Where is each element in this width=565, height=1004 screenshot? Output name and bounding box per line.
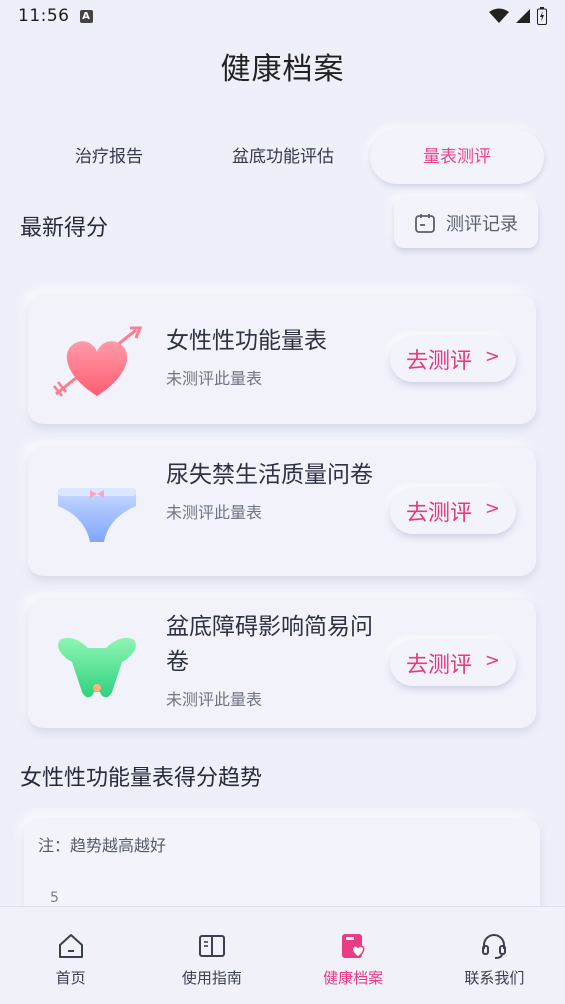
tab-pelvic-floor-assessment[interactable]: 盆底功能评估 [196,130,370,184]
scale-card-incontinence-quality-of-life: 尿失禁生活质量问卷 未测评此量表 去测评 > [28,446,536,576]
scale-status: 未测评此量表 [166,503,263,522]
scale-status: 未测评此量表 [166,690,263,709]
scale-name: 盆底障碍影响简易问卷 [166,614,373,675]
nav-contact-label: 联系我们 [464,969,525,987]
scale-text: 盆底障碍影响简易问卷 未测评此量表 [166,610,386,710]
status-time: 11:56 [18,6,70,26]
scale-text: 女性性功能量表 未测评此量表 [166,324,386,389]
go-evaluate-label: 去测评 [406,653,473,678]
scale-text: 尿失禁生活质量问卷 未测评此量表 [166,458,386,523]
nav-home-label: 首页 [55,969,86,987]
pelvis-icon [58,637,136,698]
chevron-right-icon: > [484,346,500,367]
calendar-icon [415,214,435,233]
home-icon [58,934,83,958]
scale-name: 女性性功能量表 [166,328,327,354]
tab-scale-evaluation[interactable]: 量表测评 [370,130,544,184]
scale-status: 未测评此量表 [166,369,263,388]
bottom-nav: 首页 使用指南 健康档案 联系我们 [0,906,565,1004]
chevron-right-icon: > [484,498,500,519]
go-evaluate-button[interactable]: 去测评 > [390,336,516,382]
tab-treatment-report[interactable]: 治疗报告 [22,130,196,184]
wifi-icon [489,8,509,23]
trend-note: 注：趋势越高越好 [38,836,167,855]
status-bar: 11:56 A [0,0,565,32]
notification-a-icon: A [79,9,93,23]
nav-contact[interactable]: 联系我们 [424,907,565,1004]
go-evaluate-label: 去测评 [406,501,473,526]
scale-name: 尿失禁生活质量问卷 [166,462,373,488]
nav-guide-label: 使用指南 [181,969,242,987]
heart-arrow-icon [53,326,142,397]
book-icon [198,935,225,957]
nav-health-records-label: 健康档案 [323,969,384,987]
scale-card-pelvic-floor-disorder: 盆底障碍影响简易问卷 未测评此量表 去测评 > [28,598,536,728]
page-title: 健康档案 [220,52,345,87]
chevron-right-icon: > [484,650,500,671]
scale-card-female-sexual-function: 女性性功能量表 未测评此量表 去测评 > [28,294,536,424]
headset-icon [482,933,507,959]
nav-health-records[interactable]: 健康档案 [283,907,424,1004]
y-axis-tick-label: 5 [50,890,59,906]
health-record-icon [342,934,365,958]
nav-guide[interactable]: 使用指南 [141,907,282,1004]
go-evaluate-button[interactable]: 去测评 > [390,640,516,686]
nav-home[interactable]: 首页 [0,907,141,1004]
trend-title: 女性性功能量表得分趋势 [20,766,263,791]
status-icons [489,7,547,25]
go-evaluate-button[interactable]: 去测评 > [390,488,516,534]
signal-icon [516,9,530,23]
battery-icon [537,7,547,25]
evaluation-record-label: 测评记录 [446,214,518,235]
tab-bar: 治疗报告 盆底功能评估 量表测评 [22,128,544,186]
underwear-icon [58,488,136,542]
go-evaluate-label: 去测评 [406,349,473,374]
evaluation-record-button[interactable]: 测评记录 [394,198,538,248]
latest-score-title: 最新得分 [20,216,109,241]
